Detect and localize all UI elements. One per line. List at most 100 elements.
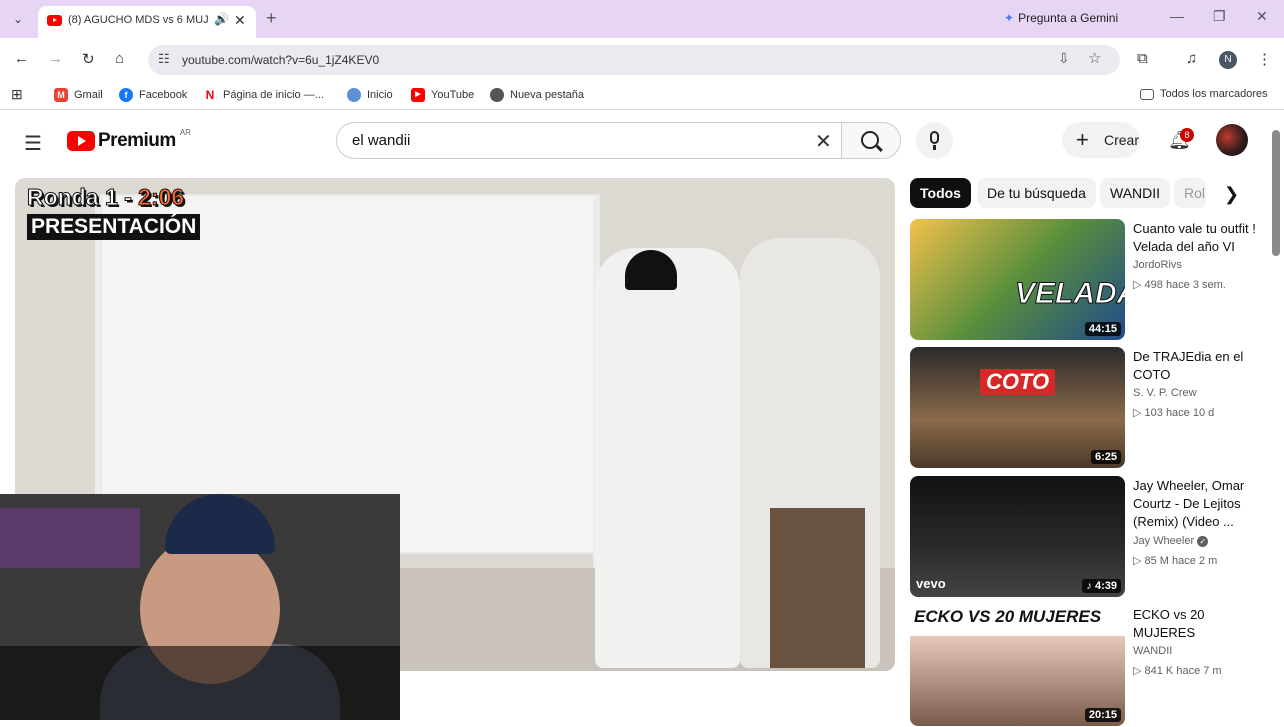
video-meta: ▷ 85 M hace 2 m xyxy=(1133,554,1217,567)
age: hace 3 sem. xyxy=(1165,279,1226,291)
bookmark-gmail[interactable]: M Gmail xyxy=(54,88,103,102)
video-title[interactable]: ECKO vs 20 MUJERES xyxy=(1133,606,1263,642)
install-app-icon[interactable]: ⇩ xyxy=(1058,50,1070,67)
url-text[interactable]: youtube.com/watch?v=6u_1jZ4KEV0 xyxy=(182,53,379,67)
speaker-icon[interactable]: 🔊 xyxy=(214,12,229,26)
recommendation-item[interactable]: vevo ♪ 4:39 Jay Wheeler, Omar Courtz - D… xyxy=(910,476,1280,598)
back-icon[interactable]: ← xyxy=(14,50,29,67)
bookmark-youtube[interactable]: ▶ YouTube xyxy=(411,88,474,102)
views-icon: ▷ xyxy=(1133,665,1145,677)
all-bookmarks-label: Todos los marcadores xyxy=(1160,88,1268,100)
page-scrollbar[interactable] xyxy=(1272,130,1280,256)
tab-search-button[interactable]: ⌄ xyxy=(6,8,30,30)
caption-overlay: PRESENTACIÓN xyxy=(27,214,201,240)
video-meta: ▷ 841 K hace 7 m xyxy=(1133,664,1222,677)
youtube-favicon-icon xyxy=(47,15,62,26)
minimize-button[interactable]: — xyxy=(1170,8,1184,24)
reload-icon[interactable]: ↻ xyxy=(82,50,95,68)
video-thumbnail[interactable]: ECKO VS 20 MUJERES 20:15 xyxy=(910,605,1125,726)
channel-name[interactable]: JordoRivs xyxy=(1133,259,1182,271)
youtube-icon: ▶ xyxy=(411,88,425,102)
round-time: 2:06 xyxy=(138,184,185,211)
bookmarks-bar: ⊞ M Gmail f Facebook N Página de inicio —..… xyxy=(0,80,1284,110)
bookmark-label: YouTube xyxy=(431,89,475,101)
shadow-area xyxy=(0,646,400,720)
bookmark-new-tab[interactable]: Nueva pestaña xyxy=(490,88,584,102)
chip-de-tu-busqueda[interactable]: De tu búsqueda xyxy=(977,178,1096,208)
video-thumbnail[interactable]: VELADA 44:15 xyxy=(910,219,1125,340)
age: hace 2 m xyxy=(1172,555,1218,567)
channel-name[interactable]: S. V. P. Crew xyxy=(1133,387,1197,399)
views: 85 M xyxy=(1144,555,1169,567)
facebook-icon: f xyxy=(119,88,133,102)
gemini-label: Pregunta a Gemini xyxy=(1018,11,1119,25)
video-thumbnail[interactable]: vevo ♪ 4:39 xyxy=(910,476,1125,597)
chip-wandii[interactable]: WANDII xyxy=(1100,178,1171,208)
address-bar[interactable]: ☷ youtube.com/watch?v=6u_1jZ4KEV0 ⇩ ☆ xyxy=(148,45,1120,75)
channel-name[interactable]: WANDII xyxy=(1133,645,1172,657)
site-info-icon[interactable]: ☷ xyxy=(158,51,170,67)
close-tab-icon[interactable]: ✕ xyxy=(234,12,246,29)
netflix-icon: N xyxy=(203,88,217,102)
bookmark-inicio[interactable]: Inicio xyxy=(347,88,393,102)
apps-grid-icon[interactable]: ⊞ xyxy=(11,86,23,103)
inicio-icon xyxy=(347,88,361,102)
new-tab-button[interactable]: + xyxy=(266,8,277,29)
notification-badge: 8 xyxy=(1180,128,1194,142)
chrome-icon xyxy=(490,88,504,102)
thumbnail-text: VELADA xyxy=(1014,277,1125,311)
thumbnail-text: ECKO VS 20 MUJERES xyxy=(914,607,1102,626)
bookmark-label: Gmail xyxy=(74,89,103,101)
verified-check-icon: ✓ xyxy=(1197,536,1209,547)
thumbnail-text: COTO xyxy=(980,369,1056,395)
bookmark-netflix[interactable]: N Página de inicio —... xyxy=(203,88,324,102)
media-controls-icon[interactable]: ♫ xyxy=(1186,50,1197,67)
clear-search-icon[interactable]: ✕ xyxy=(815,129,832,154)
tab-title: (8) AGUCHO MDS vs 6 MUJ xyxy=(68,14,209,26)
views: 103 xyxy=(1144,407,1163,419)
restore-button[interactable]: ❐ xyxy=(1213,8,1226,25)
recommendation-item[interactable]: VELADA 44:15 Cuanto vale tu outfit ! Vel… xyxy=(910,219,1280,341)
recommendation-item[interactable]: ECKO VS 20 MUJERES 20:15 ECKO vs 20 MUJE… xyxy=(910,605,1280,727)
video-title[interactable]: Jay Wheeler, Omar Courtz - De Lejitos (R… xyxy=(1133,477,1263,531)
video-title[interactable]: Cuanto vale tu outfit ! Velada del año V… xyxy=(1133,220,1263,256)
user-avatar[interactable] xyxy=(1216,124,1248,156)
views: 841 K xyxy=(1144,665,1174,677)
clothes-pile xyxy=(0,508,140,568)
bookmark-facebook[interactable]: f Facebook xyxy=(119,88,187,102)
channel-label: Jay Wheeler xyxy=(1133,535,1195,547)
video-meta: ▷ 498 hace 3 sem. xyxy=(1133,278,1226,291)
tab-strip: ⌄ (8) AGUCHO MDS vs 6 MUJ 🔊 ✕ + ✦ Pregunt… xyxy=(0,0,1284,38)
extensions-icon[interactable]: ⧉ xyxy=(1137,50,1148,67)
menu-dots-icon[interactable]: ⋮ xyxy=(1257,50,1272,68)
bookmark-star-icon[interactable]: ☆ xyxy=(1088,49,1101,67)
recommendation-item[interactable]: COTO 6:25 De TRAJEdia en el COTO S. V. P… xyxy=(910,347,1280,469)
channel-name[interactable]: Jay Wheeler ✓ xyxy=(1133,535,1209,547)
all-bookmarks[interactable]: Todos los marcadores xyxy=(1140,88,1268,100)
chip-rol[interactable]: Rol xyxy=(1174,178,1206,208)
chip-todos[interactable]: Todos xyxy=(910,178,971,208)
create-label: Crear xyxy=(1104,132,1140,148)
gemini-button[interactable]: ✦ Pregunta a Gemini xyxy=(1004,11,1118,25)
microphone-icon xyxy=(930,131,939,144)
search-input[interactable]: el wandii ✕ xyxy=(336,122,842,159)
video-thumbnail[interactable]: COTO 6:25 xyxy=(910,347,1125,468)
close-window-button[interactable]: ✕ xyxy=(1256,8,1268,25)
person-white-outfit xyxy=(595,248,740,668)
bookmark-label: Facebook xyxy=(139,89,188,101)
create-button[interactable]: + Crear xyxy=(1062,122,1140,158)
browser-tab-active[interactable]: (8) AGUCHO MDS vs 6 MUJ 🔊 ✕ xyxy=(38,6,256,38)
youtube-premium-logo[interactable]: Premium AR xyxy=(67,128,191,152)
video-meta: ▷ 103 hace 10 d xyxy=(1133,406,1214,419)
home-icon[interactable]: ⌂ xyxy=(115,50,124,67)
hamburger-menu-icon[interactable]: ☰ xyxy=(24,131,42,156)
profile-avatar[interactable]: N xyxy=(1219,51,1237,69)
voice-search-button[interactable] xyxy=(916,122,953,159)
gmail-icon: M xyxy=(54,88,68,102)
views: 498 xyxy=(1144,279,1163,291)
forward-icon[interactable]: → xyxy=(48,50,63,67)
video-title[interactable]: De TRAJEdia en el COTO xyxy=(1133,348,1263,384)
chevron-right-icon[interactable]: ❯ xyxy=(1224,184,1239,205)
search-button[interactable] xyxy=(841,122,901,159)
search-value[interactable]: el wandii xyxy=(352,132,410,149)
